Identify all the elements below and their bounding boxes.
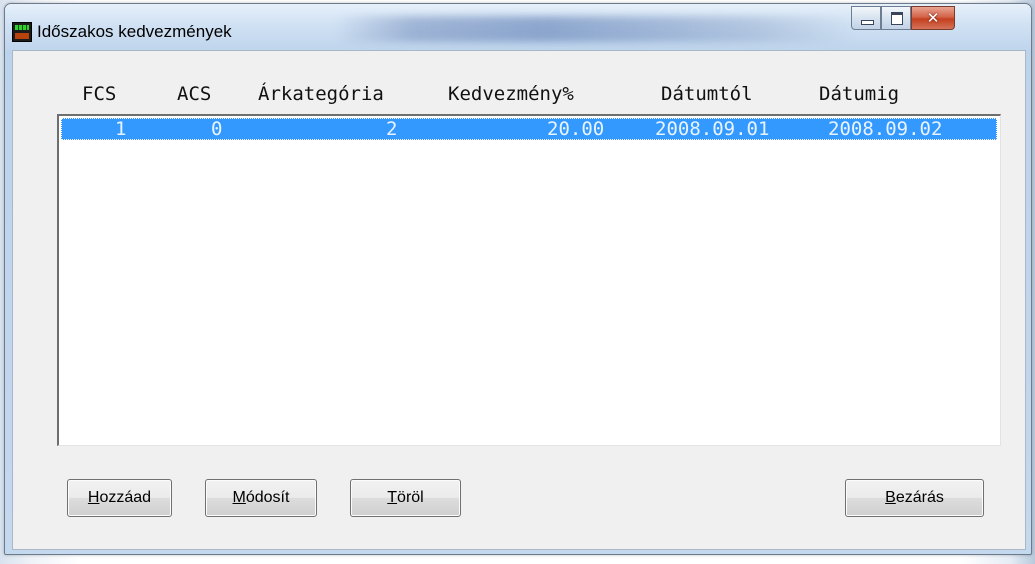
cell-acs: 0 bbox=[211, 118, 223, 140]
dialog-client-area: FCS ACS Árkategória Kedvezmény% Dátumtól… bbox=[12, 50, 1026, 550]
dialog-window: Időszakos kedvezmények ✕ FCS ACS Árkateg… bbox=[4, 3, 1032, 555]
close-icon: ✕ bbox=[926, 9, 940, 27]
column-header-arkategoria: Árkategória bbox=[258, 83, 384, 105]
cell-fcs: 1 bbox=[115, 118, 127, 140]
cell-datumig: 2008.09.02 bbox=[828, 118, 943, 140]
minimize-button[interactable] bbox=[851, 6, 881, 30]
column-header-acs: ACS bbox=[177, 83, 212, 105]
table-row[interactable]: 1 0 2 20.00 2008.09.01 2008.09.02 bbox=[61, 118, 997, 140]
discount-list[interactable]: 1 0 2 20.00 2008.09.01 2008.09.02 bbox=[57, 114, 1001, 446]
modify-button[interactable]: Módosít bbox=[205, 479, 317, 517]
minimize-icon bbox=[861, 20, 874, 25]
close-window-button[interactable]: ✕ bbox=[911, 6, 955, 30]
app-icon[interactable] bbox=[12, 22, 32, 42]
cell-datumtol: 2008.09.01 bbox=[655, 118, 770, 140]
delete-button-label: öröl bbox=[397, 489, 424, 506]
cell-arkategoria: 2 bbox=[386, 118, 398, 140]
delete-button[interactable]: Töröl bbox=[350, 479, 461, 517]
column-header-datumig: Dátumig bbox=[819, 83, 900, 105]
column-header-fcs: FCS bbox=[82, 83, 117, 105]
modify-button-accel: M bbox=[232, 489, 246, 506]
add-button-accel: H bbox=[87, 489, 100, 506]
add-button[interactable]: Hozzáad bbox=[67, 479, 172, 517]
column-header-kedvezmeny: Kedvezmény% bbox=[448, 83, 574, 105]
maximize-button[interactable] bbox=[881, 6, 911, 30]
window-title: Időszakos kedvezmények bbox=[37, 22, 232, 41]
cell-kedvezmeny: 20.00 bbox=[547, 118, 605, 140]
modify-button-label: ódosít bbox=[245, 489, 290, 506]
maximize-icon bbox=[891, 12, 903, 25]
close-button[interactable]: Bezárás bbox=[845, 479, 984, 517]
close-button-accel: B bbox=[885, 489, 896, 506]
delete-button-accel: T bbox=[387, 489, 398, 506]
close-button-label: ezárás bbox=[895, 489, 944, 506]
column-headers: FCS ACS Árkategória Kedvezmény% Dátumtól… bbox=[13, 51, 1025, 113]
add-button-label: ozzáad bbox=[99, 489, 152, 506]
background-blur bbox=[335, 16, 855, 42]
title-bar[interactable]: Időszakos kedvezmények ✕ bbox=[5, 4, 1031, 50]
column-header-datumtol: Dátumtól bbox=[661, 83, 753, 105]
